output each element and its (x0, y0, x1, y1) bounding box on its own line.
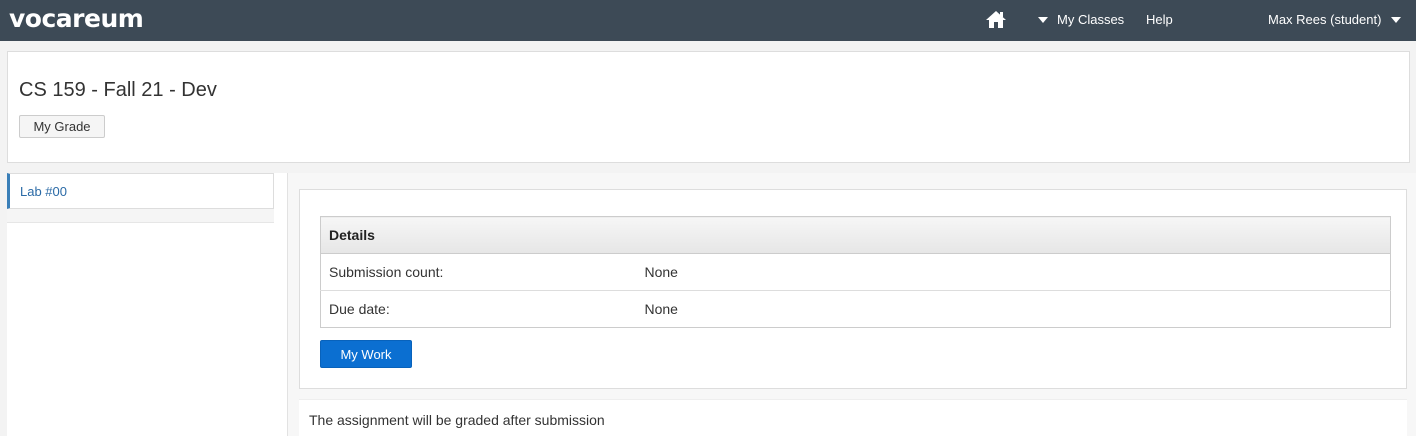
submission-count-value: None (636, 253, 1391, 291)
grading-note-text: The assignment will be graded after subm… (309, 412, 605, 428)
assignment-main-panel: Details Submission count: None Due date:… (288, 173, 1416, 436)
details-header-row: Details (320, 216, 1391, 254)
home-icon[interactable] (985, 9, 1007, 29)
grading-note: The assignment will be graded after subm… (299, 399, 1407, 436)
course-header-card: CS 159 - Fall 21 - Dev My Grade (7, 51, 1410, 163)
sidebar-item-lab-00[interactable]: Lab #00 (7, 173, 274, 209)
caret-down-icon (1391, 16, 1402, 23)
assignment-details-card: Details Submission count: None Due date:… (299, 189, 1407, 389)
details-header: Details (320, 216, 1391, 254)
user-name-label: Max Rees (student) (1268, 12, 1382, 27)
user-menu[interactable]: Max Rees (student) (1268, 12, 1402, 27)
caret-down-icon (1038, 16, 1048, 23)
submission-count-label: Submission count: (320, 253, 637, 291)
my-work-button[interactable]: My Work (320, 340, 412, 368)
assignment-sidebar: Lab #00 (7, 173, 288, 436)
course-title: CS 159 - Fall 21 - Dev (19, 79, 217, 101)
due-date-value: None (636, 290, 1391, 328)
sidebar-item-label: Lab #00 (20, 184, 67, 199)
due-date-label: Due date: (320, 290, 637, 328)
my-classes-menu[interactable]: My Classes (1038, 12, 1124, 27)
table-row: Submission count: None (320, 253, 1391, 291)
my-classes-label: My Classes (1057, 12, 1125, 27)
details-table: Details Submission count: None Due date:… (320, 216, 1391, 328)
table-row: Due date: None (320, 290, 1391, 328)
help-link[interactable]: Help (1146, 12, 1173, 27)
sidebar-divider (7, 209, 274, 223)
top-navbar: vocareum My Classes Help Max Rees (stude… (0, 0, 1416, 41)
vocareum-logo[interactable]: vocareum (9, 4, 144, 33)
my-grade-button[interactable]: My Grade (19, 115, 105, 138)
